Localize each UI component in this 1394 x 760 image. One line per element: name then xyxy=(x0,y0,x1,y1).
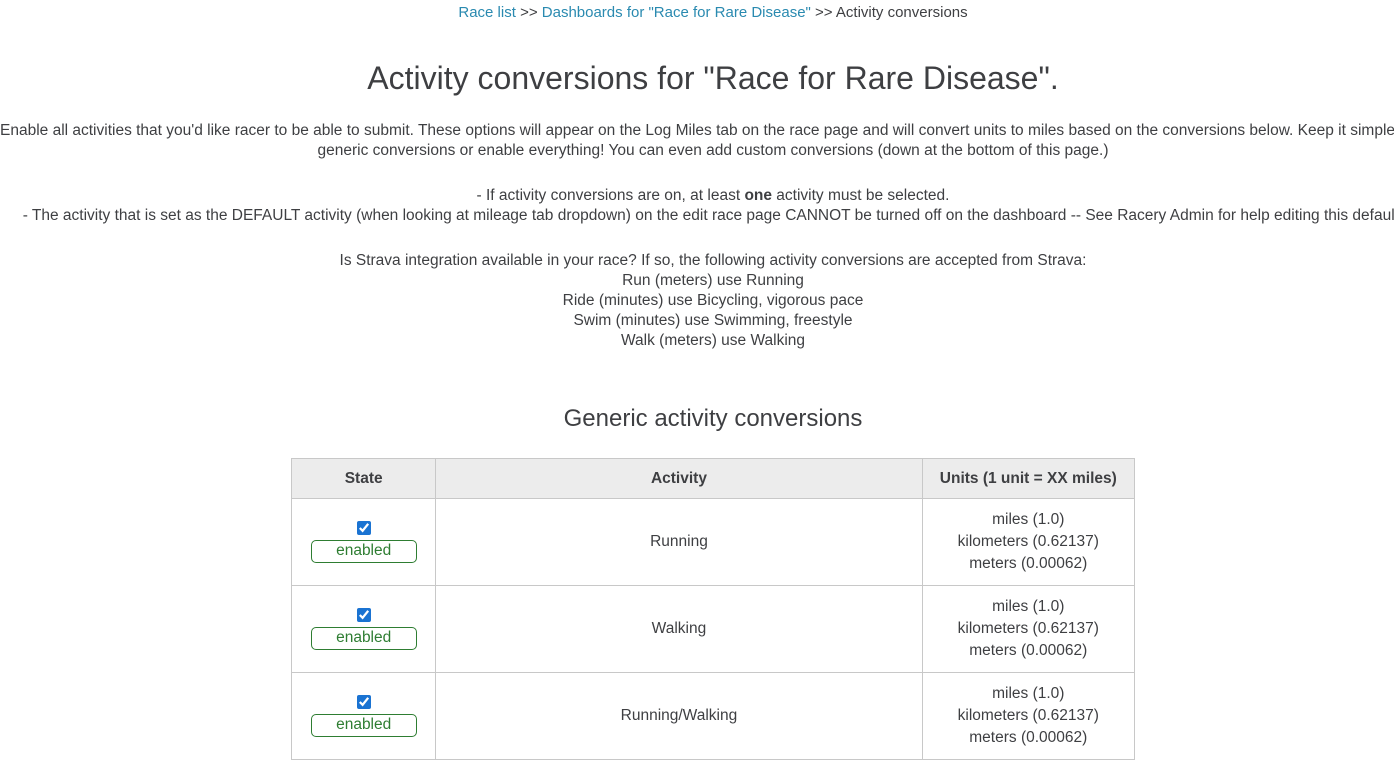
activity-cell: Walking xyxy=(436,586,922,673)
breadcrumb-separator: >> xyxy=(520,4,538,21)
strava-line: Ride (minutes) use Bicycling, vigorous p… xyxy=(0,291,1394,311)
units-cell: miles (1.0) kilometers (0.62137) meters … xyxy=(922,586,1134,673)
page-container: Race list >> Dashboards for "Race for Ra… xyxy=(0,0,1394,760)
column-header-state: State xyxy=(292,459,436,499)
running-walking-enabled-checkbox[interactable] xyxy=(357,695,371,709)
units-cell: miles (1.0) kilometers (0.62137) meters … xyxy=(922,499,1134,586)
running-walking-enabled-button[interactable]: enabled xyxy=(311,714,417,737)
unit-line: kilometers (0.62137) xyxy=(924,531,1133,553)
intro-line-1: Enable all activities that you'd like ra… xyxy=(0,121,1394,141)
note-1-bold: one xyxy=(744,187,772,204)
table-header-row: State Activity Units (1 unit = XX miles) xyxy=(292,459,1135,499)
breadcrumb-current: Activity conversions xyxy=(836,4,968,21)
unit-line: kilometers (0.62137) xyxy=(924,705,1133,727)
strava-info: Is Strava integration available in your … xyxy=(0,251,1394,351)
units-cell: miles (1.0) kilometers (0.62137) meters … xyxy=(922,673,1134,760)
unit-line: meters (0.00062) xyxy=(924,727,1133,749)
breadcrumb-link-dashboards[interactable]: Dashboards for "Race for Rare Disease" xyxy=(542,4,811,21)
activity-cell: Running xyxy=(436,499,922,586)
breadcrumb-separator: >> xyxy=(815,4,833,21)
page-title: Activity conversions for "Race for Rare … xyxy=(0,60,1394,97)
section-heading-generic-conversions: Generic activity conversions xyxy=(0,405,1394,433)
strava-line: Walk (meters) use Walking xyxy=(0,331,1394,351)
conversions-table: State Activity Units (1 unit = XX miles)… xyxy=(291,458,1135,760)
notes: - If activity conversions are on, at lea… xyxy=(0,186,1394,226)
running-enabled-checkbox[interactable] xyxy=(357,521,371,535)
state-cell: enabled xyxy=(292,499,436,586)
note-2: - The activity that is set as the DEFAUL… xyxy=(0,206,1394,226)
running-enabled-button[interactable]: enabled xyxy=(311,540,417,563)
note-1: - If activity conversions are on, at lea… xyxy=(0,186,1394,206)
strava-line: Swim (minutes) use Swimming, freestyle xyxy=(0,311,1394,331)
breadcrumb: Race list >> Dashboards for "Race for Ra… xyxy=(0,0,1394,22)
table-row-walking: enabled Walking miles (1.0) kilometers (… xyxy=(292,586,1135,673)
state-cell: enabled xyxy=(292,586,436,673)
walking-enabled-button[interactable]: enabled xyxy=(311,627,417,650)
strava-line: Run (meters) use Running xyxy=(0,271,1394,291)
unit-line: miles (1.0) xyxy=(924,596,1133,618)
breadcrumb-link-race-list[interactable]: Race list xyxy=(458,4,516,21)
unit-line: miles (1.0) xyxy=(924,683,1133,705)
unit-line: meters (0.00062) xyxy=(924,640,1133,662)
state-cell: enabled xyxy=(292,673,436,760)
column-header-activity: Activity xyxy=(436,459,922,499)
walking-enabled-checkbox[interactable] xyxy=(357,608,371,622)
unit-line: kilometers (0.62137) xyxy=(924,618,1133,640)
activity-cell: Running/Walking xyxy=(436,673,922,760)
table-row-running: enabled Running miles (1.0) kilometers (… xyxy=(292,499,1135,586)
intro-paragraph: Enable all activities that you'd like ra… xyxy=(0,121,1394,161)
column-header-units: Units (1 unit = XX miles) xyxy=(922,459,1134,499)
intro-line-2: generic conversions or enable everything… xyxy=(0,141,1394,161)
table-row-running-walking: enabled Running/Walking miles (1.0) kilo… xyxy=(292,673,1135,760)
strava-line: Is Strava integration available in your … xyxy=(0,251,1394,271)
unit-line: meters (0.00062) xyxy=(924,553,1133,575)
unit-line: miles (1.0) xyxy=(924,509,1133,531)
